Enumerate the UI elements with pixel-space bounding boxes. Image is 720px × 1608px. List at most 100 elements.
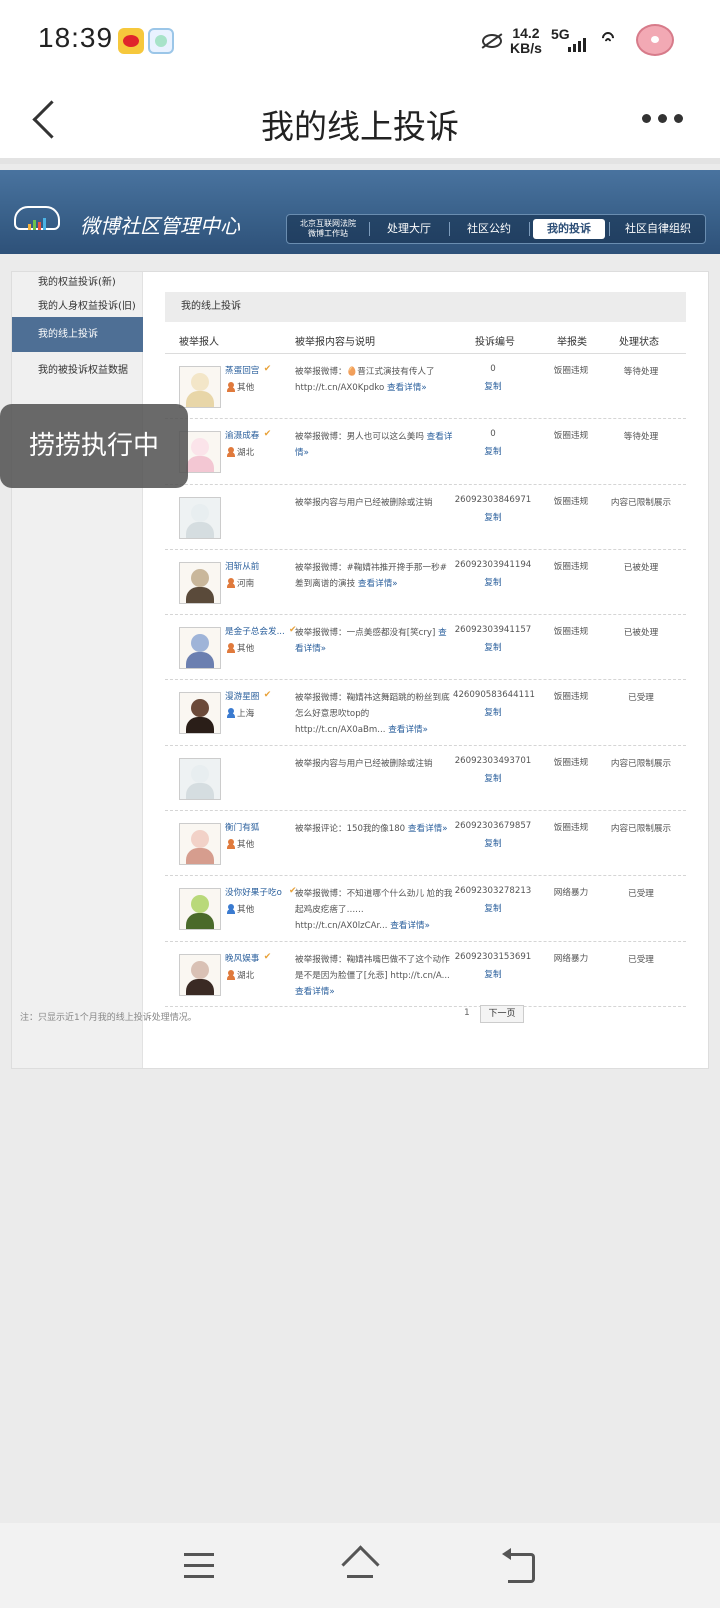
copy-link[interactable]: 复制 [453, 576, 533, 588]
nav-autonomy[interactable]: 社区自律组织 [611, 215, 705, 243]
page-number[interactable]: 1 [464, 1008, 470, 1018]
user-location: 上海 [237, 709, 255, 720]
complaint-text: 被举报微博：一点美感都没有[笑cry] [295, 628, 436, 639]
banner-nav: 北京互联网法院 微博工作站 处理大厅 社区公约 我的投诉 社区自律组织 [286, 214, 706, 244]
copy-link[interactable]: 复制 [453, 968, 533, 980]
avatar[interactable] [179, 627, 221, 670]
gender-icon [227, 447, 235, 458]
process-status: 等待处理 [623, 432, 659, 443]
process-status: 已受理 [628, 954, 654, 965]
copy-link[interactable]: 复制 [453, 445, 533, 457]
complaint-content: 被举报微博：不知道哪个什么劲儿 尬的我起鸡皮疙瘩了…… http://t.cn/… [295, 886, 455, 934]
table-header: 被举报人 被举报内容与说明 投诉编号 举报类 处理状态 [165, 324, 686, 354]
copy-link[interactable]: 复制 [453, 902, 533, 914]
avatar[interactable] [179, 823, 221, 866]
table-row: 晚风娱事 ✔ 湖北 被举报微博：鞠婧祎嘴巴做不了这个动作是不是因为脸僵了[允悲] ht… [165, 942, 686, 1007]
table-row: 被举报内容与用户已经被删除或注销 26092303493701 复制 饭圈违规 内容已限… [165, 746, 686, 812]
avatar[interactable] [179, 757, 221, 800]
complaint-text: 被举报微博：男人也可以这么美吗 [295, 432, 424, 443]
copy-link[interactable]: 复制 [453, 511, 533, 523]
nav-my-complaints[interactable]: 我的投诉 [533, 219, 605, 239]
reported-username[interactable]: 晚风娱事 [225, 952, 291, 964]
menu-icon[interactable] [184, 1553, 216, 1579]
reported-username[interactable]: 蒸蛋回宫 [225, 364, 291, 376]
next-page-button[interactable]: 下一页 [480, 1005, 524, 1023]
avatar[interactable] [179, 953, 221, 996]
home-icon[interactable] [340, 1547, 380, 1581]
user-location: 其他 [237, 383, 255, 393]
complaint-number: 0 [490, 429, 496, 440]
app-icon [148, 28, 174, 54]
page-title: 我的线上投诉 [261, 107, 459, 146]
complaint-text: 被举报内容与用户已经被删除或注销 [295, 758, 433, 769]
nav-convention[interactable]: 社区公约 [451, 215, 527, 243]
nav-hall[interactable]: 处理大厅 [371, 215, 447, 243]
avatar[interactable] [179, 692, 221, 735]
complaint-content: 被举报微博：一点美感都没有[笑cry] 查看详情» [295, 625, 455, 657]
network-speed: 14.2 KB/s [510, 26, 542, 56]
gender-icon [227, 969, 235, 980]
speed-value: 14.2 [512, 25, 540, 41]
copy-link[interactable]: 复制 [453, 380, 533, 392]
user-location: 其他 [237, 905, 255, 916]
complaint-content: 被举报微博：🥚晋江式演技有传人了 http://t.cn/AX0Kpdko 查看… [295, 364, 455, 396]
table-row: 蒸蛋回宫 ✔ 其他 被举报微博：🥚晋江式演技有传人了 http://t.cn/AX0K… [165, 354, 686, 420]
user-location: 其他 [237, 644, 255, 655]
gender-icon [227, 577, 235, 588]
copy-link[interactable]: 复制 [453, 837, 533, 849]
copy-link[interactable]: 复制 [453, 641, 533, 653]
table-row: 衡门有狐其他 被举报评论：150我的像180 查看详情» 2609230367985… [165, 811, 686, 877]
reported-username[interactable]: 衡门有狐 [225, 821, 291, 833]
user-location: 湖北 [237, 448, 255, 459]
copy-link[interactable]: 复制 [453, 772, 533, 784]
complaint-content: 被举报微博：#鞠婧祎推开搀手那一秒#差到离谱的演技 查看详情» [295, 560, 455, 592]
complaint-number: 0 [490, 364, 496, 374]
report-type: 网络暴力 [553, 888, 589, 899]
sidebar-item-online-complaints[interactable]: 我的线上投诉 [12, 317, 143, 352]
complaint-list: 我的线上投诉 被举报人 被举报内容与说明 投诉编号 举报类 处理状态 蒸蛋回宫 ✔… [165, 292, 686, 1007]
avatar[interactable] [179, 888, 221, 931]
report-type: 饭圈违规 [553, 823, 589, 834]
avatar[interactable] [179, 561, 221, 604]
reported-username[interactable]: 漫游星圈 [225, 690, 291, 702]
signal-icon [566, 36, 586, 52]
status-toast: 捞捞执行中 [0, 404, 188, 488]
speed-unit: KB/s [510, 40, 542, 56]
avatar[interactable] [179, 366, 221, 408]
copy-link[interactable]: 复制 [453, 706, 533, 718]
reported-username[interactable]: 渝滠成春 [225, 429, 291, 441]
cloud-logo-icon [14, 202, 60, 234]
col-content: 被举报内容与说明 [295, 337, 375, 348]
site-banner: 微博社区管理中心 北京互联网法院 微博工作站 处理大厅 社区公约 我的投诉 社区… [0, 170, 720, 254]
view-details-link[interactable]: 查看详情» [387, 383, 427, 393]
gender-icon [227, 904, 235, 915]
view-details-link[interactable]: 查看详情» [295, 987, 335, 997]
col-number: 投诉编号 [475, 337, 515, 348]
avatar[interactable] [179, 496, 221, 539]
more-icon[interactable] [642, 114, 688, 124]
complaint-number: 26092303493701 [454, 755, 532, 766]
return-icon[interactable] [502, 1548, 536, 1583]
view-details-link[interactable]: 查看详情» [390, 921, 430, 931]
nav-beijing-line1: 北京互联网法院 [300, 219, 356, 228]
report-type: 饭圈违规 [553, 627, 589, 638]
view-details-link[interactable]: 查看详情» [388, 725, 428, 735]
complaint-text: 被举报评论：150我的像180 [295, 824, 406, 835]
report-type: 饭圈违规 [553, 692, 589, 703]
nav-beijing-court[interactable]: 北京互联网法院 微博工作站 [291, 215, 365, 243]
status-bar: 18:39 14.2 KB/s 5G [0, 0, 720, 84]
reported-username[interactable]: 是金子总会发... [225, 625, 291, 637]
view-details-link[interactable]: 查看详情» [408, 824, 448, 834]
report-type: 饭圈违规 [553, 496, 589, 507]
complaint-number: 26092303679857 [454, 821, 532, 832]
table-body: 蒸蛋回宫 ✔ 其他 被举报微博：🥚晋江式演技有传人了 http://t.cn/AX0K… [165, 354, 686, 1007]
reported-username[interactable]: 没你好果子吃o [225, 886, 291, 898]
user-location: 其他 [237, 840, 255, 851]
sidebar-item-complained-data[interactable]: 我的被投诉权益数据 [12, 354, 143, 388]
process-status: 等待处理 [623, 367, 659, 377]
user-location: 河南 [237, 578, 255, 589]
reported-username[interactable]: 泪斩从前 [225, 560, 291, 572]
table-row: 是金子总会发... ✔ 其他 被举报微博：一点美感都没有[笑cry] 查看详情» 260… [165, 615, 686, 681]
complaint-text: 被举报微博：鞠婧祎嘴巴做不了这个动作是不是因为脸僵了[允悲] http://t.… [295, 954, 450, 981]
view-details-link[interactable]: 查看详情» [358, 579, 398, 589]
